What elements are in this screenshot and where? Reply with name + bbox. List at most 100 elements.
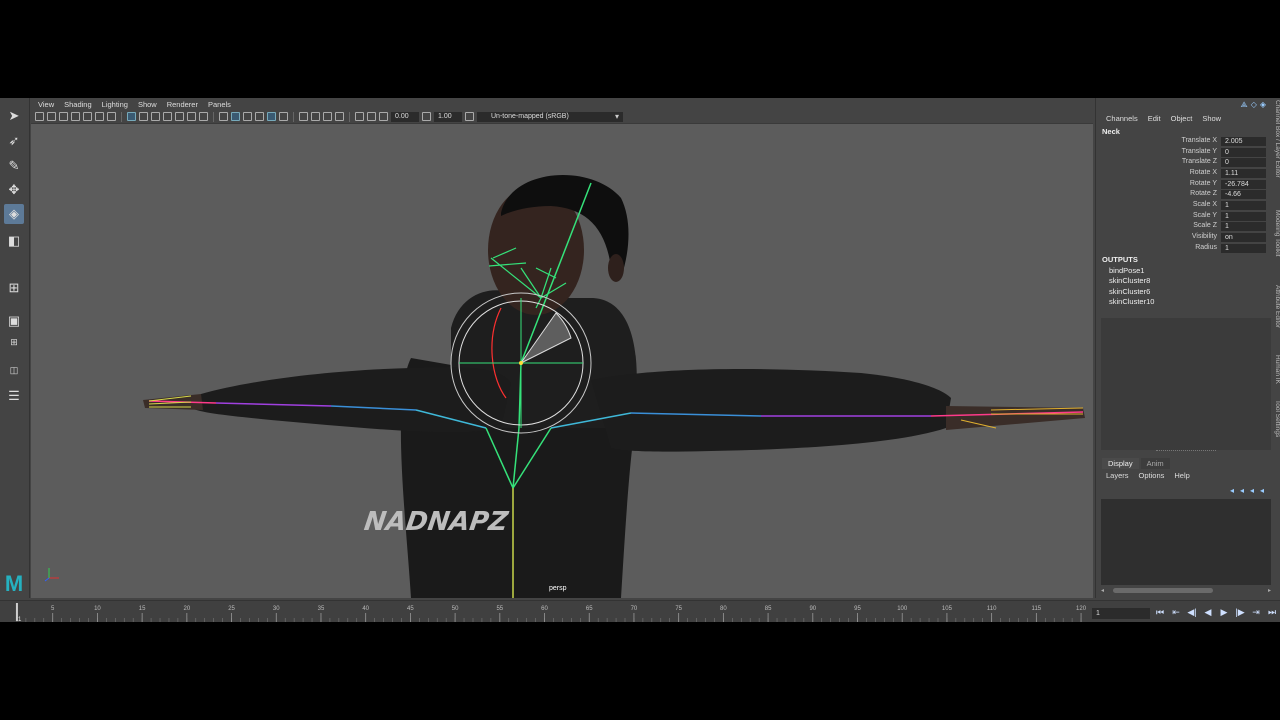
new-layer-icon[interactable]: ◂ [1250, 486, 1254, 495]
side-tab-attribute-editor[interactable]: Attribute Editor [1271, 285, 1280, 328]
wireframe-on-shaded-icon[interactable] [255, 112, 264, 121]
output-node[interactable]: skinCluster6 [1109, 287, 1150, 296]
camera-attributes-icon[interactable] [47, 112, 56, 121]
attr-value[interactable]: 0 [1221, 148, 1266, 157]
scroll-thumb[interactable] [1113, 587, 1213, 593]
gamma-field[interactable]: 1.00 [434, 111, 462, 122]
attr-label[interactable]: Rotate X [1190, 169, 1217, 176]
move-tool-icon[interactable]: ✥ [4, 180, 24, 200]
single-view-icon[interactable]: ▣ [4, 311, 24, 331]
attr-value[interactable]: on [1221, 233, 1266, 242]
attr-label[interactable]: Scale X [1193, 201, 1217, 208]
side-tab-channel-box[interactable]: Channel Box / Layer Editor [1271, 100, 1280, 178]
viewport-menu-renderer[interactable]: Renderer [167, 100, 198, 109]
viewport-panel[interactable]: NADNAPZ View Shading Lighting Show Rende… [31, 98, 1093, 598]
viewport-menu-shading[interactable]: Shading [64, 100, 92, 109]
attr-value[interactable]: -26.784 [1221, 180, 1266, 189]
select-camera-icon[interactable] [35, 112, 44, 121]
safe-action-icon[interactable] [187, 112, 196, 121]
lock-camera-icon[interactable] [83, 112, 92, 121]
exposure-field[interactable]: 0.00 [391, 111, 419, 122]
panel-splitter[interactable] [1156, 450, 1216, 452]
go-to-start-icon[interactable]: ⏮ [1154, 607, 1166, 618]
attr-value[interactable]: 1.11 [1221, 169, 1266, 178]
layer-menu-options[interactable]: Options [1139, 471, 1165, 480]
side-tab-tool-settings[interactable]: Tool Settings [1271, 400, 1280, 437]
step-forward-key-icon[interactable]: ⇥ [1250, 607, 1262, 618]
layer-menu-layers[interactable]: Layers [1106, 471, 1129, 480]
tab-anim[interactable]: Anim [1140, 458, 1170, 469]
outliner-icon[interactable]: ☰ [4, 386, 24, 406]
view-transform-dropdown[interactable]: Un-tone-mapped (sRGB) [477, 111, 623, 122]
time-slider[interactable]: 1 5 10 15 20 25 30 35 40 45 50 55 60 65 70 75 80 85 90 95 10… [0, 600, 1280, 623]
time-ruler[interactable]: 15 10 15 20 25 30 35 40 45 50 55 60 65 70 75 80 85 90 95 10… [8, 601, 1090, 623]
side-tab-human-ik[interactable]: Human IK [1271, 355, 1280, 384]
bookmarks-icon[interactable] [59, 112, 68, 121]
layer-scrollbar[interactable]: ◂ ▸ [1101, 586, 1271, 594]
attr-value[interactable]: 1 [1221, 201, 1266, 210]
wireframe-icon[interactable] [219, 112, 228, 121]
2d-pan-icon[interactable] [95, 112, 104, 121]
move-layer-down-icon[interactable]: ◂ [1240, 486, 1244, 495]
attr-value[interactable]: -4.66 [1221, 190, 1266, 199]
grid-icon[interactable] [127, 112, 136, 121]
color-management-icon[interactable] [465, 112, 474, 121]
shelf-toggle-icon[interactable]: ◇ [1251, 100, 1257, 110]
selected-node-name[interactable]: Neck [1102, 127, 1120, 136]
textures-icon[interactable] [299, 112, 308, 121]
step-back-frame-icon[interactable]: ◀| [1186, 607, 1198, 618]
shadows-icon[interactable] [323, 112, 332, 121]
default-material-icon[interactable] [243, 112, 252, 121]
attr-label[interactable]: Scale Y [1193, 212, 1217, 219]
grease-pencil-icon[interactable] [107, 112, 116, 121]
viewport-menu-lighting[interactable]: Lighting [102, 100, 128, 109]
two-view-icon[interactable]: ◫ [4, 362, 24, 378]
scroll-left-icon[interactable]: ◂ [1101, 587, 1104, 594]
safe-title-icon[interactable] [199, 112, 208, 121]
attr-value[interactable]: 1 [1221, 244, 1266, 253]
resolution-gate-icon[interactable] [151, 112, 160, 121]
layer-list[interactable] [1101, 499, 1271, 585]
output-node[interactable]: bindPose1 [1109, 266, 1144, 275]
attr-label[interactable]: Rotate Y [1190, 180, 1217, 187]
exposure-icon[interactable] [379, 112, 388, 121]
film-gate-icon[interactable] [139, 112, 148, 121]
attr-label[interactable]: Translate Z [1182, 158, 1217, 165]
viewport-menu-view[interactable]: View [38, 100, 54, 109]
step-forward-frame-icon[interactable]: |▶ [1234, 607, 1246, 618]
gamma-icon[interactable] [422, 112, 431, 121]
output-node[interactable]: skinCluster10 [1109, 297, 1154, 306]
xray-icon[interactable] [267, 112, 276, 121]
channel-menu-edit[interactable]: Edit [1148, 114, 1161, 123]
attr-label[interactable]: Rotate Z [1190, 190, 1217, 197]
step-back-key-icon[interactable]: ⇤ [1170, 607, 1182, 618]
gate-mask-icon[interactable] [163, 112, 172, 121]
four-view-icon[interactable]: ⊞ [4, 334, 24, 350]
new-layer-selected-icon[interactable]: ◂ [1260, 486, 1264, 495]
rotate-tool-icon[interactable]: ◈ [4, 204, 24, 224]
output-node[interactable]: skinCluster8 [1109, 276, 1150, 285]
xray-joints-icon[interactable] [279, 112, 288, 121]
attr-label[interactable]: Translate X [1181, 137, 1217, 144]
go-to-end-icon[interactable]: ⏭ [1266, 607, 1278, 618]
smooth-shade-icon[interactable] [231, 112, 240, 121]
viewport-menu-show[interactable]: Show [138, 100, 157, 109]
attr-label[interactable]: Visibility [1192, 233, 1217, 240]
move-layer-up-icon[interactable]: ◂ [1230, 486, 1234, 495]
channel-menu-show[interactable]: Show [1202, 114, 1221, 123]
tab-display[interactable]: Display [1102, 458, 1139, 469]
isolate-select-icon[interactable] [355, 112, 364, 121]
ambient-occlusion-icon[interactable] [335, 112, 344, 121]
attr-value[interactable]: 0 [1221, 158, 1266, 167]
attr-value[interactable]: 2.005 [1221, 137, 1266, 146]
select-tool-icon[interactable]: ➤ [4, 106, 24, 126]
image-plane-icon[interactable] [71, 112, 80, 121]
attr-label[interactable]: Translate Y [1182, 148, 1217, 155]
attr-value[interactable]: 1 [1221, 222, 1266, 231]
channel-menu-object[interactable]: Object [1171, 114, 1193, 123]
current-frame-field[interactable]: 1 [1092, 608, 1150, 619]
lights-icon[interactable] [311, 112, 320, 121]
attr-label[interactable]: Radius [1195, 244, 1217, 251]
last-tool-icon[interactable]: ⊞ [4, 278, 24, 298]
attr-label[interactable]: Scale Z [1193, 222, 1217, 229]
